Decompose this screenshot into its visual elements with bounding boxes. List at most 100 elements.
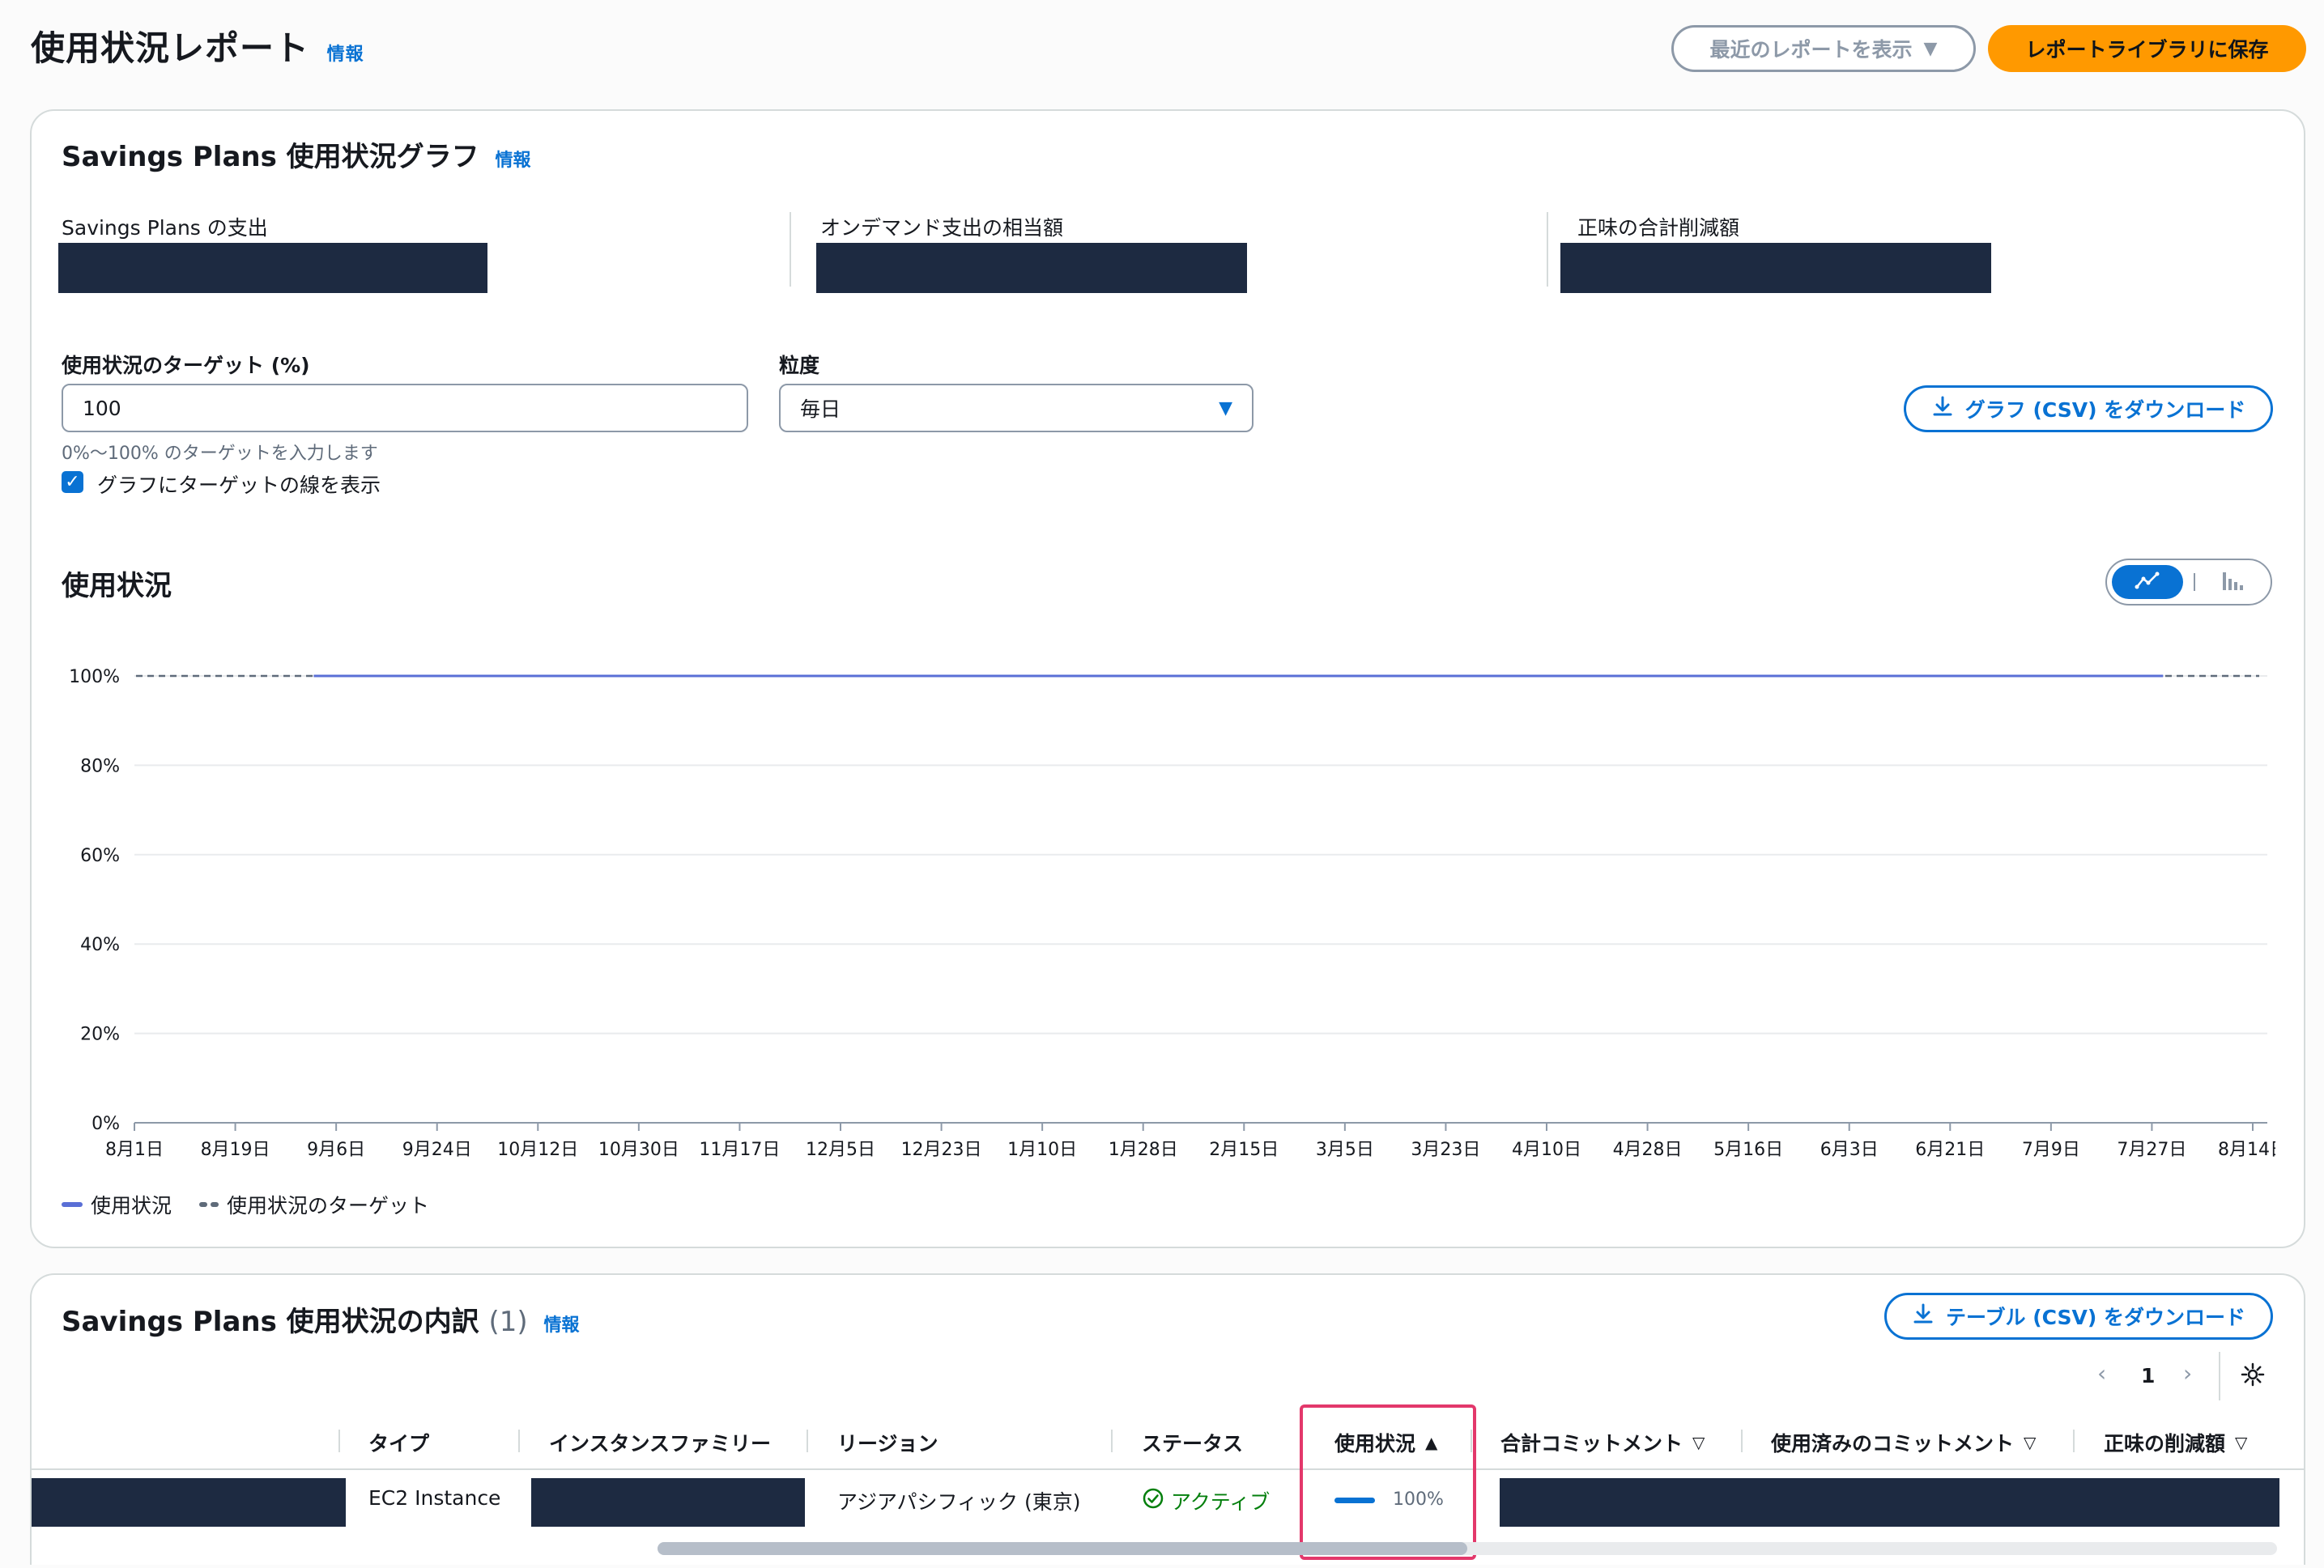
- page-info-link[interactable]: 情報: [327, 45, 364, 65]
- check-icon: ✓: [65, 472, 80, 492]
- legend-target-label: 使用状況のターゲット: [227, 1194, 430, 1217]
- caret-down-icon: ▼: [1923, 38, 1938, 59]
- kpi-ondemand-label[interactable]: オンデマンド支出の相当額: [820, 212, 1064, 244]
- line-chart-toggle[interactable]: [2112, 565, 2183, 599]
- breakdown-card-title: Savings Plans 使用状況の内訳 (1) 情報: [62, 1306, 580, 1338]
- column-header-type[interactable]: タイプ: [368, 1428, 429, 1457]
- graph-info-link[interactable]: 情報: [496, 151, 531, 171]
- settings-gear-icon[interactable]: [2240, 1362, 2266, 1391]
- x-tick-label: 8月1日: [105, 1140, 164, 1160]
- x-tick-label: 8月14日: [2218, 1140, 2275, 1160]
- check-circle-icon: [1142, 1487, 1164, 1515]
- column-header-status[interactable]: ステータス: [1142, 1428, 1243, 1457]
- legend-utilization-label: 使用状況: [91, 1194, 172, 1217]
- x-tick-label: 9月6日: [307, 1140, 365, 1160]
- recent-reports-button[interactable]: 最近のレポートを表示 ▼: [1671, 25, 1976, 72]
- x-tick-label: 2月15日: [1209, 1140, 1279, 1160]
- next-page-icon[interactable]: ›: [2183, 1360, 2192, 1387]
- column-divider: [1111, 1430, 1113, 1452]
- save-to-library-button[interactable]: レポートライブラリに保存: [1988, 25, 2306, 72]
- column-header-total-commitment[interactable]: 合計コミットメント ▽: [1500, 1428, 1705, 1457]
- chart-title: 使用状況: [62, 570, 172, 602]
- sort-icon: ▽: [2024, 1433, 2037, 1452]
- download-icon: [1931, 395, 1954, 423]
- legend-target-swatch: [199, 1202, 219, 1207]
- x-tick-label: 12月23日: [901, 1140, 982, 1160]
- x-tick-label: 11月17日: [699, 1140, 780, 1160]
- legend-utilization-swatch: [62, 1202, 83, 1207]
- x-tick-label: 3月23日: [1411, 1140, 1480, 1160]
- x-tick-label: 6月21日: [1915, 1140, 1985, 1160]
- kpi-net-savings-value-redacted: [1560, 243, 1991, 293]
- y-tick-label: 0%: [92, 1114, 120, 1134]
- table-scrollbar-thumb[interactable]: [658, 1542, 1467, 1555]
- column-divider: [2073, 1430, 2075, 1452]
- cell-type: EC2 Instance: [368, 1486, 501, 1510]
- granularity-select[interactable]: 毎日 ▼: [779, 384, 1254, 432]
- x-tick-label: 9月24日: [402, 1140, 472, 1160]
- cell-region: アジアパシフィック (東京): [837, 1490, 1081, 1514]
- column-divider: [1741, 1430, 1743, 1452]
- y-tick-label: 20%: [80, 1025, 120, 1045]
- x-tick-label: 1月28日: [1109, 1140, 1178, 1160]
- x-tick-label: 1月10日: [1007, 1140, 1077, 1160]
- chart-type-toggle: [2105, 559, 2272, 606]
- download-graph-csv-button[interactable]: グラフ (CSV) をダウンロード: [1904, 385, 2273, 432]
- x-tick-label: 10月30日: [598, 1140, 679, 1160]
- x-tick-label: 10月12日: [497, 1140, 578, 1160]
- cell-commitment-values-redacted: [1500, 1478, 2279, 1527]
- chart-legend: 使用状況 使用状況のターゲット: [62, 1190, 429, 1219]
- y-tick-label: 60%: [80, 846, 120, 866]
- sort-icon: ▽: [2235, 1433, 2248, 1452]
- pagination-divider: [2219, 1352, 2220, 1400]
- target-label: 使用状況のターゲット (%): [62, 354, 310, 377]
- caret-down-icon: ▼: [1219, 397, 1232, 419]
- x-tick-label: 4月28日: [1613, 1140, 1683, 1160]
- target-input[interactable]: 100: [62, 384, 748, 432]
- y-tick-label: 40%: [80, 935, 120, 955]
- x-tick-label: 7月27日: [2117, 1140, 2186, 1160]
- prev-page-icon[interactable]: ‹: [2097, 1360, 2106, 1387]
- show-target-line-checkbox[interactable]: ✓: [62, 471, 83, 493]
- cell-instance-family-redacted: [531, 1478, 805, 1527]
- savings-plan-id-redacted: [32, 1478, 346, 1527]
- x-tick-label: 3月5日: [1316, 1140, 1374, 1160]
- column-divider: [338, 1430, 340, 1452]
- kpi-sp-spend-value-redacted: [58, 243, 487, 293]
- granularity-label: 粒度: [779, 354, 820, 377]
- utilization-line-chart: 0% 20% 40% 60% 80% 100% 8月1日 8月19日 9月6日 9月24日 10月1…: [69, 667, 2275, 1160]
- x-tick-label: 5月16日: [1713, 1140, 1783, 1160]
- bar-chart-toggle[interactable]: [2209, 565, 2258, 599]
- column-header-region[interactable]: リージョン: [837, 1428, 939, 1457]
- download-icon: [1912, 1302, 1935, 1330]
- column-divider: [807, 1430, 808, 1452]
- kpi-divider: [790, 212, 791, 287]
- show-target-line-label: グラフにターゲットの線を表示: [97, 474, 381, 497]
- column-header-instance-family[interactable]: インスタンスファミリー: [549, 1428, 771, 1457]
- page-number[interactable]: 1: [2141, 1364, 2155, 1387]
- x-tick-label: 12月5日: [806, 1140, 875, 1160]
- y-tick-label: 80%: [80, 756, 120, 776]
- highlight-utilization-column: [1300, 1404, 1476, 1560]
- x-tick-label: 7月9日: [2022, 1140, 2080, 1160]
- toggle-divider: [2194, 573, 2195, 591]
- graph-card-title: Savings Plans 使用状況グラフ 情報: [62, 141, 531, 173]
- breakdown-info-link[interactable]: 情報: [544, 1315, 580, 1336]
- column-header-used-commitment[interactable]: 使用済みのコミットメント ▽: [1771, 1428, 2036, 1457]
- sort-icon: ▽: [1692, 1433, 1705, 1452]
- kpi-ondemand-value-redacted: [816, 243, 1247, 293]
- target-hint: 0%～100% のターゲットを入力します: [62, 444, 378, 464]
- column-header-net-savings[interactable]: 正味の削減額 ▽: [2104, 1428, 2247, 1457]
- kpi-net-savings-label[interactable]: 正味の合計削減額: [1577, 212, 1740, 244]
- column-divider: [518, 1430, 520, 1452]
- status-badge: アクティブ: [1142, 1486, 1270, 1515]
- bar-chart-icon: [2220, 569, 2246, 595]
- page-title: 使用状況レポート 情報: [31, 28, 364, 68]
- x-tick-label: 4月10日: [1512, 1140, 1581, 1160]
- y-tick-label: 100%: [69, 667, 120, 687]
- x-tick-label: 8月19日: [201, 1140, 270, 1160]
- line-chart-icon: [2135, 571, 2160, 593]
- x-tick-label: 6月3日: [1820, 1140, 1879, 1160]
- kpi-sp-spend-label[interactable]: Savings Plans の支出: [62, 212, 268, 244]
- download-table-csv-button[interactable]: テーブル (CSV) をダウンロード: [1884, 1293, 2273, 1340]
